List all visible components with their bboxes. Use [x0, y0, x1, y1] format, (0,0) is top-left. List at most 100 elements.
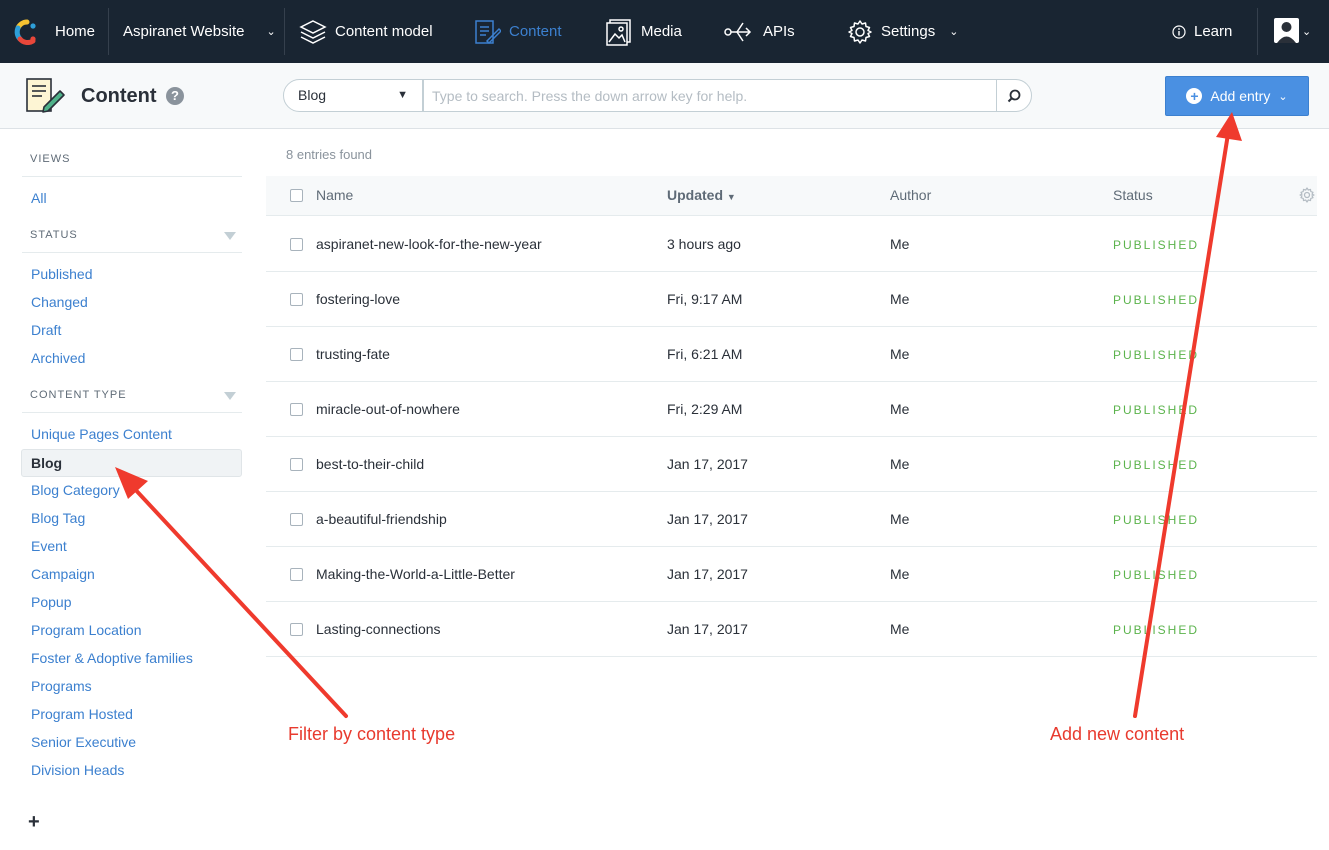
nav-home-label: Home — [55, 23, 96, 40]
media-image-icon — [606, 18, 631, 46]
status-published[interactable]: Published — [31, 266, 93, 282]
nav-media-label: Media — [641, 23, 682, 40]
add-entry-button[interactable]: + Add entry ⌄ — [1165, 76, 1309, 116]
nav-media[interactable]: Media — [605, 0, 682, 63]
content-type-item[interactable]: Division Heads — [31, 762, 124, 778]
status-draft[interactable]: Draft — [31, 322, 61, 338]
nav-apis[interactable]: APIs — [723, 0, 795, 63]
search-icon — [1007, 89, 1021, 102]
entry-name: a-beautiful-friendship — [316, 511, 447, 527]
content-type-item[interactable]: Program Location — [31, 622, 142, 638]
table-row[interactable]: miracle-out-of-nowhere Fri, 2:29 AM Me P… — [266, 382, 1317, 437]
entry-name: best-to-their-child — [316, 456, 425, 472]
table-row[interactable]: Lasting-connections Jan 17, 2017 Me PUBL… — [266, 602, 1317, 657]
content-type-item[interactable]: Popup — [31, 594, 71, 610]
search-button[interactable] — [996, 79, 1032, 112]
contentful-logo-icon[interactable] — [14, 19, 40, 45]
entry-updated: Fri, 9:17 AM — [667, 291, 743, 307]
status-changed[interactable]: Changed — [31, 294, 88, 310]
row-checkbox[interactable] — [290, 458, 303, 471]
content-type-item[interactable]: Programs — [31, 678, 92, 694]
entry-name: fostering-love — [316, 291, 401, 307]
nav-content-model-label: Content model — [335, 23, 433, 40]
status-badge: PUBLISHED — [1113, 568, 1200, 582]
entry-updated: Jan 17, 2017 — [667, 566, 748, 582]
nav-home[interactable]: Home — [55, 0, 95, 63]
chevron-down-icon: ▼ — [397, 89, 408, 101]
content-type-item[interactable]: Campaign — [31, 566, 95, 582]
content-type-item[interactable]: Blog Category — [31, 482, 120, 498]
top-navigation: Home Aspiranet Website ⌄ Content model C… — [0, 0, 1329, 63]
row-checkbox[interactable] — [290, 293, 303, 306]
chevron-down-icon: ⌄ — [1278, 90, 1288, 103]
space-name: Aspiranet Website — [123, 23, 245, 40]
status-badge: PUBLISHED — [1113, 348, 1200, 362]
content-type-select[interactable]: Blog ▼ — [283, 79, 423, 112]
content-type-item[interactable]: Program Hosted — [31, 706, 133, 722]
table-row[interactable]: aspiranet-new-look-for-the-new-year 3 ho… — [266, 217, 1317, 272]
status-archived[interactable]: Archived — [31, 350, 85, 366]
column-settings-gear-icon[interactable] — [1299, 187, 1315, 203]
table-row[interactable]: trusting-fate Fri, 6:21 AM Me PUBLISHED — [266, 327, 1317, 382]
user-avatar[interactable] — [1274, 18, 1299, 43]
space-switcher[interactable]: Aspiranet Website ⌄ — [123, 0, 276, 63]
status-badge: PUBLISHED — [1113, 513, 1200, 527]
content-type-item[interactable]: Event — [31, 538, 67, 554]
content-type-item[interactable]: Foster & Adoptive families — [31, 650, 193, 666]
column-updated[interactable]: Updated ▼ — [667, 187, 736, 203]
user-icon — [1277, 22, 1296, 43]
row-checkbox[interactable] — [290, 238, 303, 251]
entry-author: Me — [890, 456, 910, 472]
content-type-item[interactable]: Senior Executive — [31, 734, 136, 750]
chevron-down-icon: ⌄ — [949, 26, 959, 38]
entry-author: Me — [890, 291, 910, 307]
table-row[interactable]: a-beautiful-friendship Jan 17, 2017 Me P… — [266, 492, 1317, 547]
collapse-caret-icon[interactable] — [224, 392, 236, 400]
row-checkbox[interactable] — [290, 403, 303, 416]
content-page-icon — [26, 78, 65, 113]
content-type-item[interactable]: Blog Tag — [31, 510, 85, 526]
table-row[interactable]: fostering-love Fri, 9:17 AM Me PUBLISHED — [266, 272, 1317, 327]
search-bar: Blog ▼ — [283, 79, 1032, 112]
content-type-heading: CONTENT TYPE — [30, 389, 127, 401]
view-all[interactable]: All — [31, 190, 47, 206]
collapse-caret-icon[interactable] — [224, 232, 236, 240]
entry-name: trusting-fate — [316, 346, 390, 362]
row-checkbox[interactable] — [290, 513, 303, 526]
entry-updated: Jan 17, 2017 — [667, 511, 748, 527]
entry-updated: 3 hours ago — [667, 236, 741, 252]
entry-updated: Fri, 6:21 AM — [667, 346, 743, 362]
row-checkbox[interactable] — [290, 568, 303, 581]
column-author[interactable]: Author — [890, 187, 931, 203]
entry-updated: Jan 17, 2017 — [667, 456, 748, 472]
nav-content-model[interactable]: Content model — [299, 0, 433, 63]
table-row[interactable]: best-to-their-child Jan 17, 2017 Me PUBL… — [266, 437, 1317, 492]
nav-learn[interactable]: Learn — [1172, 0, 1232, 63]
annotation-add-label: Add new content — [1050, 724, 1185, 744]
sort-desc-icon: ▼ — [726, 192, 736, 202]
table-row[interactable]: Making-the-World-a-Little-Better Jan 17,… — [266, 547, 1317, 602]
column-status[interactable]: Status — [1113, 187, 1153, 203]
entry-author: Me — [890, 401, 910, 417]
content-type-item[interactable]: Unique Pages Content — [31, 426, 172, 442]
annotation-filter-label: Filter by content type — [288, 724, 456, 744]
status-heading: STATUS — [30, 229, 78, 241]
status-badge: PUBLISHED — [1113, 458, 1200, 472]
divider — [22, 412, 242, 413]
nav-settings[interactable]: Settings ⌄ — [847, 0, 958, 63]
row-checkbox[interactable] — [290, 348, 303, 361]
help-icon[interactable]: ? — [166, 87, 184, 105]
account-menu-toggle[interactable]: ⌄ — [1302, 0, 1311, 63]
nav-apis-label: APIs — [763, 23, 795, 40]
search-input[interactable] — [423, 79, 997, 112]
add-view-icon[interactable]: + — [28, 811, 40, 834]
content-type-item-selected[interactable]: Blog — [21, 449, 242, 477]
add-entry-label: Add entry — [1210, 88, 1271, 104]
views-heading: VIEWS — [30, 153, 71, 165]
status-badge: PUBLISHED — [1113, 403, 1200, 417]
column-name[interactable]: Name — [316, 187, 353, 203]
row-checkbox[interactable] — [290, 623, 303, 636]
nav-divider — [108, 8, 109, 55]
nav-content[interactable]: Content — [473, 0, 562, 63]
select-all-checkbox[interactable] — [290, 189, 303, 202]
